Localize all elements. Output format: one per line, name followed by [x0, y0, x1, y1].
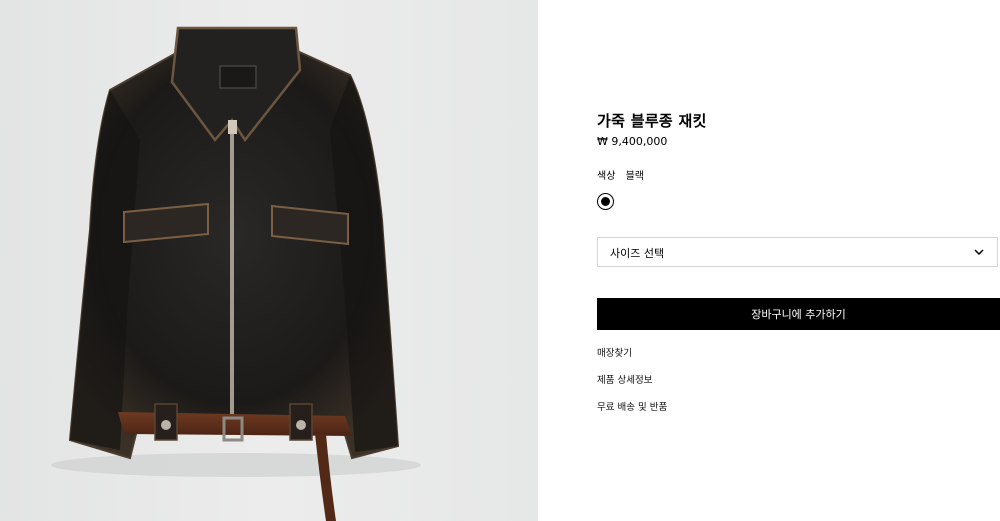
size-select[interactable]: 사이즈 선택 [597, 237, 998, 267]
product-info-panel: 가죽 블루종 재킷 ₩ 9,400,000 색상 블랙 사이즈 선택 장바구니에… [597, 0, 1000, 521]
product-title: 가죽 블루종 재킷 [597, 112, 707, 130]
color-swatch-black[interactable] [597, 193, 614, 210]
add-to-cart-button[interactable]: 장바구니에 추가하기 [597, 298, 1000, 330]
chevron-down-icon [974, 249, 984, 256]
size-select-label: 사이즈 선택 [610, 247, 665, 260]
product-price: ₩ 9,400,000 [597, 135, 668, 148]
color-label: 색상 [597, 171, 616, 182]
product-details-link[interactable]: 제품 상세정보 [597, 372, 652, 386]
jacket-illustration [51, 26, 421, 521]
product-image [0, 0, 538, 521]
color-value: 블랙 [625, 171, 644, 182]
shipping-returns-link[interactable]: 무료 배송 및 반품 [597, 399, 667, 413]
store-locator-link[interactable]: 매장찾기 [597, 345, 632, 359]
color-row: 색상 블랙 [597, 167, 644, 182]
